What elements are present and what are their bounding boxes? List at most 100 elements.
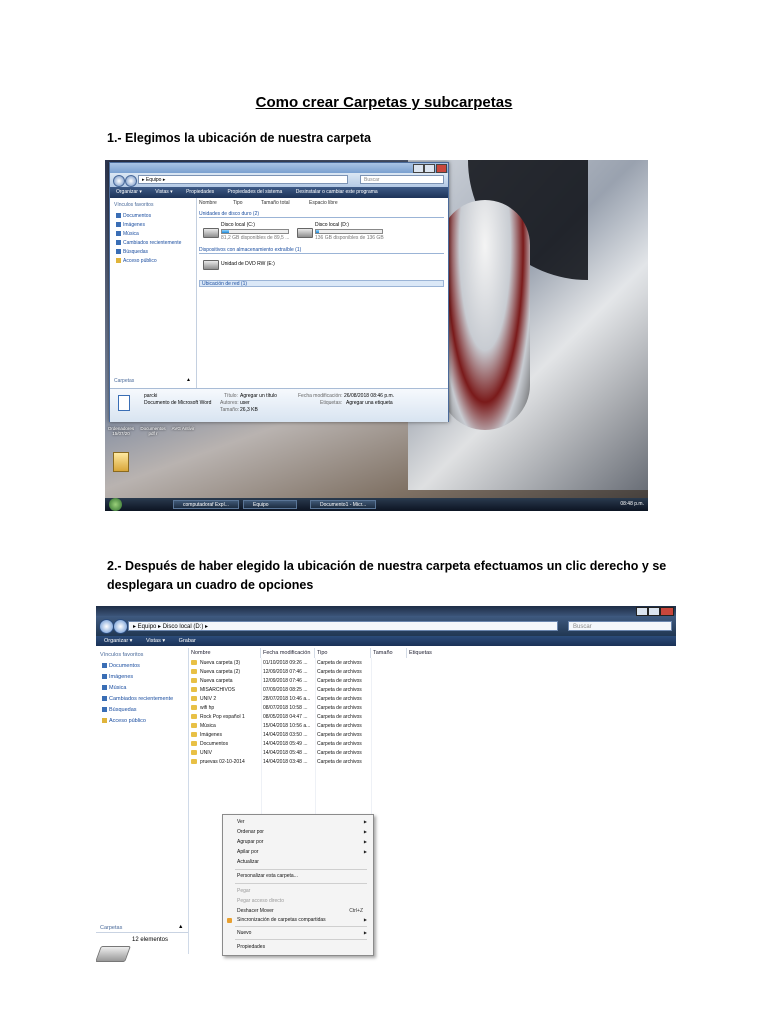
- drive-c-free: 81,2 GB disponibles de 89,5 ...: [221, 235, 290, 241]
- forward-arrow-icon[interactable]: [113, 619, 128, 634]
- menu-item-propiedades[interactable]: Propiedades: [237, 943, 265, 951]
- column-name[interactable]: Nombre: [189, 648, 261, 658]
- forward-arrow-icon[interactable]: [125, 175, 137, 187]
- minimize-button[interactable]: [413, 164, 424, 173]
- column-free-space[interactable]: Espacio libre: [309, 200, 338, 206]
- title-bar[interactable]: [110, 163, 448, 173]
- taskbar-clock[interactable]: 08:48 p.m.: [620, 500, 644, 509]
- folder-name-cell: Nueva carpeta (3): [191, 659, 261, 668]
- close-button[interactable]: [660, 607, 674, 616]
- table-row[interactable]: wifi hp 08/07/2018 10:58 ... Carpeta de ar…: [191, 704, 491, 713]
- authors-value[interactable]: user: [240, 400, 250, 406]
- nav-item-busquedas[interactable]: Búsquedas: [102, 707, 137, 713]
- organize-button[interactable]: Organizar ▾: [116, 189, 142, 195]
- table-row[interactable]: MISARCHIVOS 07/09/2018 08:25 ... Carpeta d…: [191, 686, 491, 695]
- folder-name-cell: Rock Pop español 1: [191, 713, 261, 722]
- chevron-up-icon[interactable]: ▲: [178, 924, 183, 930]
- taskbar-item[interactable]: Documento1 - Micr...: [310, 500, 376, 509]
- nav-item-musica[interactable]: Música: [102, 685, 126, 691]
- folder-name-cell: Documentos: [191, 740, 261, 749]
- table-row[interactable]: Documentos 14/04/2018 05:49 ... Carpeta de…: [191, 740, 491, 749]
- menu-item-apilar-por[interactable]: Apilar por: [237, 848, 258, 856]
- nav-item-musica[interactable]: Música: [116, 231, 139, 237]
- column-tags[interactable]: Etiquetas: [407, 648, 467, 658]
- nav-item-acceso-publico[interactable]: Acceso público: [116, 258, 157, 264]
- desktop-icon[interactable]: Ordenadores 15/07/20: [107, 426, 135, 436]
- search-input[interactable]: Buscar: [568, 621, 672, 631]
- group-network[interactable]: Ubicación de red (1): [199, 280, 444, 287]
- table-row[interactable]: Rock Pop español 1 08/05/2018 04:47 ... Ca…: [191, 713, 491, 722]
- title-value[interactable]: Agregar un título: [240, 393, 277, 399]
- hard-drive-icon: [203, 228, 219, 238]
- system-properties-button[interactable]: Propiedades del sistema: [228, 189, 283, 195]
- table-row[interactable]: Música 15/04/2018 10:56 a... Carpeta de ar…: [191, 722, 491, 731]
- nav-item-imagenes[interactable]: Imágenes: [102, 674, 133, 680]
- menu-item-agrupar-por[interactable]: Agrupar por: [237, 838, 263, 846]
- nav-item-busquedas[interactable]: Búsquedas: [116, 249, 148, 255]
- searches-icon: [116, 249, 121, 255]
- table-row[interactable]: Nueva carpeta 12/09/2018 07:46 ... Carpeta…: [191, 677, 491, 686]
- close-button[interactable]: [436, 164, 447, 173]
- submenu-arrow-icon: ▶: [363, 819, 367, 824]
- menu-item-actualizar[interactable]: Actualizar: [237, 858, 259, 866]
- organize-button[interactable]: Organizar ▾: [104, 638, 132, 644]
- menu-item-ordenar-por[interactable]: Ordenar por: [237, 828, 264, 836]
- address-input[interactable]: ▸ Equipo ▸ Disco local (D:) ▸: [128, 621, 558, 631]
- nav-item-documentos[interactable]: Documentos: [116, 213, 151, 219]
- column-type[interactable]: Tipo: [315, 648, 371, 658]
- dvd-drive-name[interactable]: Unidad de DVD RW (E:): [221, 261, 275, 267]
- views-button[interactable]: Vistas ▾: [155, 189, 172, 195]
- date-cell: 12/09/2018 07:46 ...: [263, 678, 308, 684]
- tags-value[interactable]: Agregar una etiqueta: [346, 400, 393, 406]
- folders-toggle[interactable]: Carpetas: [100, 925, 122, 931]
- menu-item-pegar-acceso-directo[interactable]: Pegar acceso directo: [237, 897, 284, 905]
- taskbar-item[interactable]: computadoraf Expl...: [173, 500, 239, 509]
- search-input[interactable]: Buscar: [360, 175, 444, 184]
- firefox-desktop-icon[interactable]: [113, 452, 129, 472]
- burn-button[interactable]: Grabar: [179, 638, 196, 644]
- menu-item-deshacer-mover[interactable]: Deshacer Mover: [237, 907, 274, 915]
- nav-item-recientes[interactable]: Cambiados recientemente: [116, 240, 181, 246]
- table-row[interactable]: pruevas 02-10-2014 14/04/2018 03:48 ... Ca…: [191, 758, 491, 767]
- properties-button[interactable]: Propiedades: [186, 189, 214, 195]
- back-arrow-icon[interactable]: [113, 175, 125, 187]
- title-bar[interactable]: [96, 606, 676, 616]
- column-total-size[interactable]: Tamaño total: [261, 200, 290, 206]
- maximize-button[interactable]: [424, 164, 435, 173]
- menu-item-pegar[interactable]: Pegar: [237, 887, 250, 895]
- desktop-icon[interactable]: Documentos pdf r: [139, 426, 167, 436]
- folders-toggle[interactable]: Carpetas: [114, 378, 134, 384]
- back-arrow-icon[interactable]: [99, 619, 114, 634]
- taskbar-item[interactable]: Equipo: [243, 500, 297, 509]
- column-date-modified[interactable]: Fecha modificación: [261, 648, 315, 658]
- minimize-button[interactable]: [636, 607, 648, 616]
- chevron-up-icon[interactable]: ▲: [186, 377, 191, 383]
- column-size[interactable]: Tamaño: [371, 648, 407, 658]
- menu-item-personalizar[interactable]: Personalizar esta carpeta...: [237, 872, 298, 880]
- views-button[interactable]: Vistas ▾: [146, 638, 165, 644]
- menu-item-nuevo[interactable]: Nuevo: [237, 929, 251, 937]
- nav-item-documentos[interactable]: Documentos: [102, 663, 140, 669]
- searches-icon: [102, 707, 107, 713]
- start-button[interactable]: [109, 498, 122, 511]
- drive-d-name[interactable]: Disco local (D:): [315, 222, 349, 228]
- uninstall-button[interactable]: Desinstalar o cambiar este programa: [296, 189, 378, 195]
- maximize-button[interactable]: [648, 607, 660, 616]
- address-input[interactable]: ▸ Equipo ▸: [138, 175, 348, 184]
- menu-item-ver[interactable]: Ver: [237, 818, 245, 826]
- table-row[interactable]: Nueva carpeta (2) 12/09/2018 07:46 ... Car…: [191, 668, 491, 677]
- type-cell: Carpeta de archivos: [317, 687, 362, 693]
- nav-item-recientes[interactable]: Cambiados recientemente: [102, 696, 173, 702]
- desktop-icon[interactable]: AVG Antivir: [169, 426, 197, 431]
- nav-item-imagenes[interactable]: Imágenes: [116, 222, 145, 228]
- menu-item-sincronizacion[interactable]: Sincronización de carpetas compartidas: [237, 916, 326, 924]
- table-row[interactable]: Nueva carpeta (3) 01/10/2018 09:26 ... Car…: [191, 659, 491, 668]
- table-row[interactable]: UNIV 2 28/07/2018 10:46 a... Carpeta de ar…: [191, 695, 491, 704]
- column-type[interactable]: Tipo: [233, 200, 243, 206]
- column-name[interactable]: Nombre: [199, 200, 217, 206]
- table-row[interactable]: Imágenes 14/04/2018 03:50 ... Carpeta de a…: [191, 731, 491, 740]
- nav-item-acceso-publico[interactable]: Acceso público: [102, 718, 146, 724]
- drive-c-name[interactable]: Disco local (C:): [221, 222, 255, 228]
- documents-icon: [116, 213, 121, 219]
- table-row[interactable]: UNIV 14/04/2018 05:48 ... Carpeta de archi…: [191, 749, 491, 758]
